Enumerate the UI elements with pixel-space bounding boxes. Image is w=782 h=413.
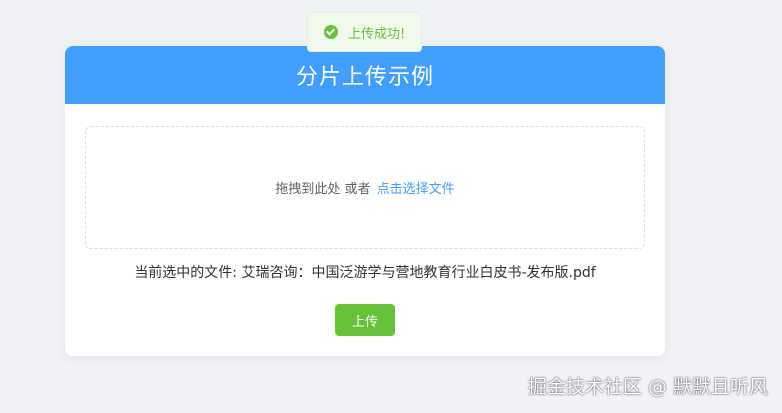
check-circle-icon (324, 25, 338, 39)
watermark: 掘金技术社区 @ 默默且听风 (527, 376, 768, 398)
upload-card: 分片上传示例 拖拽到此处 或者 点击选择文件 当前选中的文件: 艾瑞咨询：中国泛… (65, 46, 665, 356)
dropzone-hint: 拖拽到此处 或者 (275, 182, 371, 197)
current-file-name: 艾瑞咨询：中国泛游学与营地教育行业白皮书-发布版.pdf (241, 265, 596, 281)
current-file-label: 当前选中的文件: (134, 265, 238, 281)
select-file-link[interactable]: 点击选择文件 (377, 178, 455, 197)
upload-button[interactable]: 上传 (335, 304, 395, 336)
toast-message: 上传成功! (348, 26, 406, 42)
page: 上传成功! 分片上传示例 拖拽到此处 或者 点击选择文件 当前选中的文件: 艾瑞… (0, 0, 782, 413)
success-toast: 上传成功! (307, 12, 422, 52)
current-file-info: 当前选中的文件: 艾瑞咨询：中国泛游学与营地教育行业白皮书-发布版.pdf (65, 262, 665, 282)
file-dropzone[interactable]: 拖拽到此处 或者 点击选择文件 (85, 126, 645, 249)
card-title: 分片上传示例 (65, 46, 665, 104)
